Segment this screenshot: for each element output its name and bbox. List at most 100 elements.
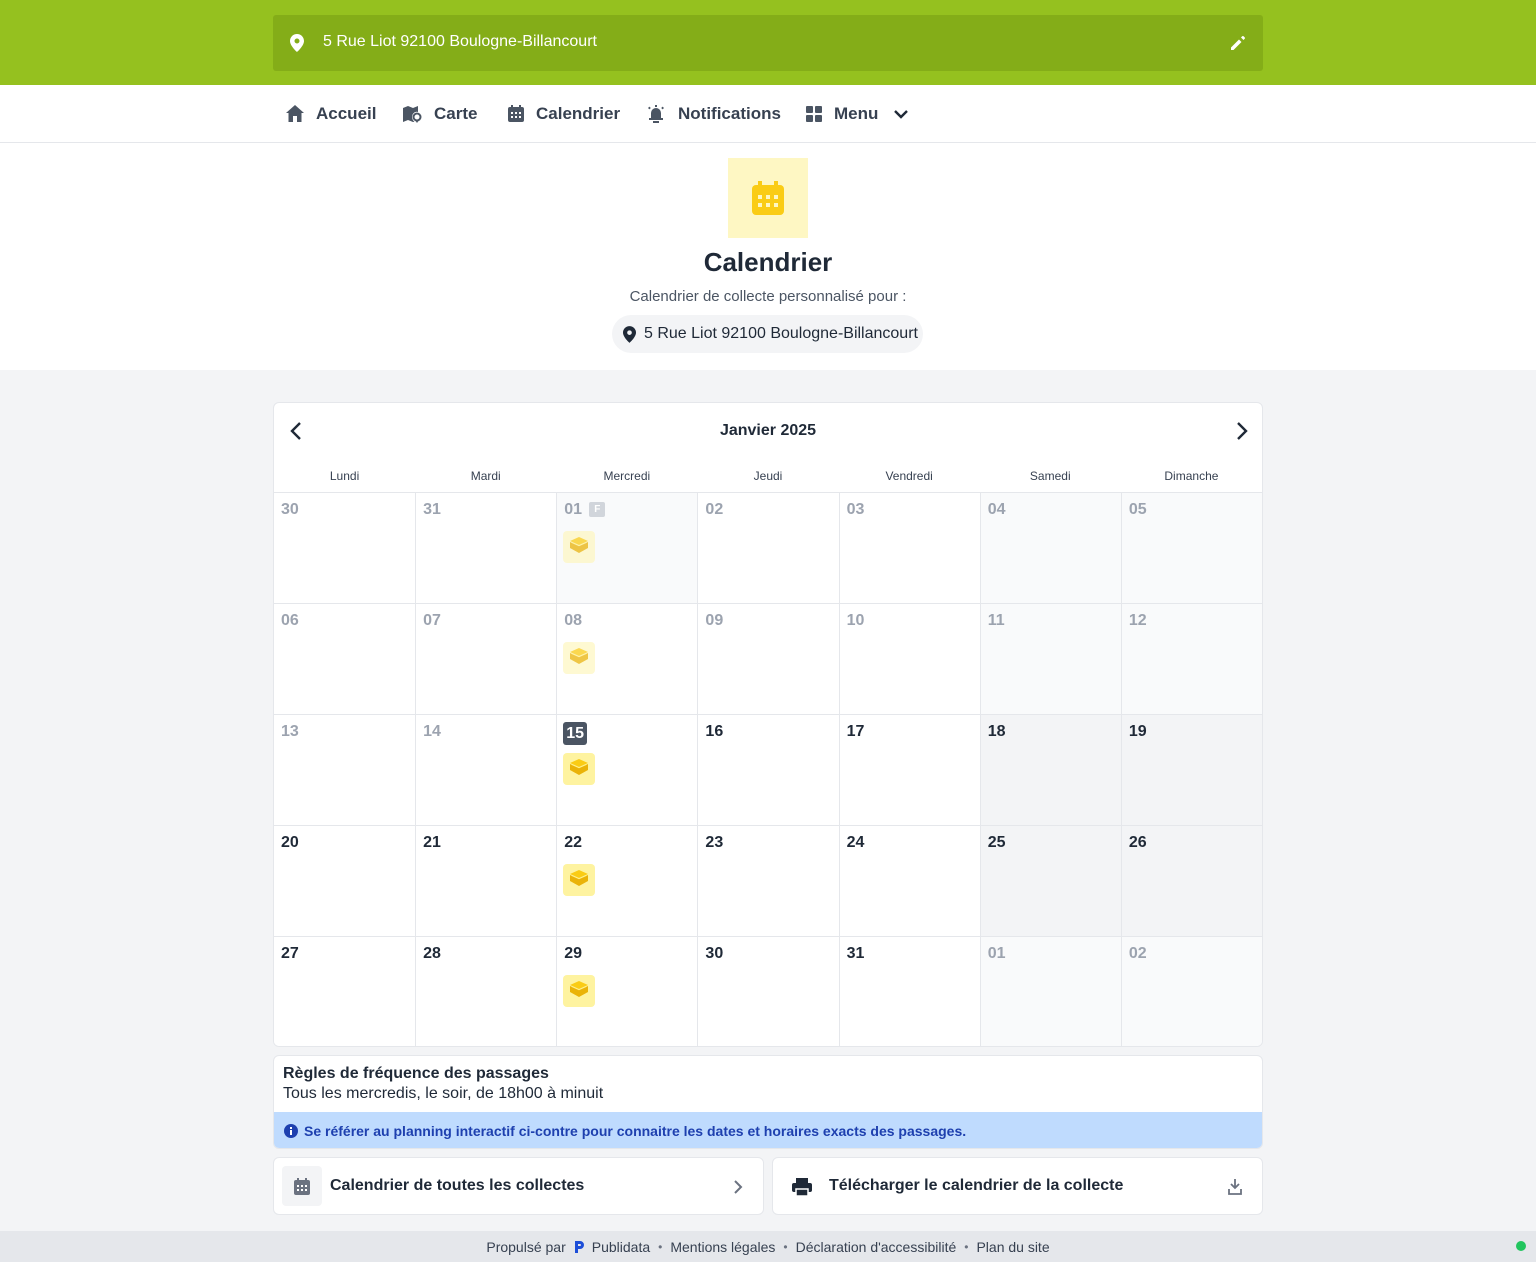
day-number: 30 <box>281 501 299 518</box>
calendar-day[interactable]: 30 <box>274 492 416 603</box>
calendar-day[interactable]: 15 <box>556 714 698 825</box>
day-number: 02 <box>1128 945 1147 962</box>
info-icon <box>284 1123 298 1138</box>
calendar-day[interactable]: 27 <box>274 936 416 1046</box>
calendar-day[interactable]: 30 <box>697 936 839 1046</box>
calendar-day[interactable]: 31 <box>415 492 557 603</box>
nav-item-notifications[interactable]: Notifications <box>646 85 781 142</box>
address-chip-text: 5 Rue Liot 92100 Boulogne-Billancourt <box>644 325 918 342</box>
publidata-link[interactable]: Publidata <box>592 1239 650 1255</box>
nav-label: Calendrier <box>536 103 621 123</box>
nav-item-calendrier[interactable]: Calendrier <box>508 85 620 142</box>
day-number: 04 <box>987 501 1006 518</box>
page-header: Calendrier Calendrier de collecte person… <box>0 143 1536 370</box>
calendar-day[interactable]: 29 <box>556 936 698 1046</box>
address-bar[interactable]: 5 Rue Liot 92100 Boulogne-Billancourt <box>273 15 1263 71</box>
nav-item-menu[interactable]: Menu <box>806 85 909 142</box>
page-subtitle: Calendrier de collecte personnalisé pour… <box>629 288 907 305</box>
packaging-box-icon <box>570 536 589 558</box>
all-collections-button[interactable]: Calendrier de toutes les collectes <box>273 1157 764 1215</box>
nav-label: Accueil <box>316 103 377 123</box>
collection-event[interactable] <box>563 975 596 1007</box>
calendar: Janvier 2025 Lundi Mardi Mercredi Jeudi … <box>273 402 1263 1047</box>
calendar-icon <box>508 105 524 122</box>
calendar-day[interactable]: 05 <box>1120 492 1262 603</box>
powered-by-text: Propulsé par <box>486 1238 566 1255</box>
separator: • <box>783 1239 788 1254</box>
calendar-day[interactable]: 28 <box>415 936 557 1046</box>
day-number: 14 <box>423 723 441 740</box>
calendar-grid: 30 31 01 F 02 03 04 05 06 07 08 09 10 11 12 13 14 15 16 17 1… <box>274 492 1262 1046</box>
packaging-box-icon <box>570 980 589 1002</box>
calendar-day[interactable]: 07 <box>415 603 557 714</box>
collection-event[interactable] <box>563 864 596 896</box>
calendar-day[interactable]: 21 <box>415 825 557 936</box>
calendar-day[interactable]: 16 <box>697 714 839 825</box>
calendar-day[interactable]: 14 <box>415 714 557 825</box>
chevron-down-icon <box>894 109 909 119</box>
calendar-day[interactable]: 25 <box>979 825 1121 936</box>
calendar-day[interactable]: 08 <box>556 603 698 714</box>
weekday-label: Dimanche <box>1164 469 1219 483</box>
calendar-day[interactable]: 02 <box>697 492 839 603</box>
day-number: 03 <box>846 501 865 518</box>
nav-label: Menu <box>834 103 879 123</box>
day-number: 02 <box>705 501 724 518</box>
collection-event[interactable] <box>563 642 596 674</box>
nav-item-carte[interactable]: Carte <box>403 85 477 142</box>
pencil-icon[interactable] <box>1229 34 1247 52</box>
calendar-day[interactable]: 23 <box>697 825 839 936</box>
calendar-day[interactable]: 10 <box>838 603 980 714</box>
grid-icon <box>806 105 822 122</box>
calendar-day[interactable]: 03 <box>838 492 980 603</box>
info-text: Se référer au planning interactif ci-con… <box>304 1122 967 1139</box>
day-number: 13 <box>281 723 299 740</box>
download-calendar-button[interactable]: Télécharger le calendrier de la collecte <box>772 1157 1263 1215</box>
calendar-day[interactable]: 11 <box>979 603 1121 714</box>
calendar-day[interactable]: 09 <box>697 603 839 714</box>
calendar-day[interactable]: 13 <box>274 714 416 825</box>
rules-title: Règles de fréquence des passages <box>283 1065 549 1082</box>
nav-label: Notifications <box>678 103 781 123</box>
calendar-day[interactable]: 06 <box>274 603 416 714</box>
day-number: 11 <box>987 612 1005 629</box>
frequency-rules: Règles de fréquence des passages Tous le… <box>273 1055 1263 1149</box>
calendar-day[interactable]: 22 <box>556 825 698 936</box>
calendar-day[interactable]: 19 <box>1120 714 1262 825</box>
accessibility-link[interactable]: Déclaration d'accessibilité <box>796 1239 957 1255</box>
status-indicator <box>1516 1241 1526 1251</box>
main-nav: Accueil Carte Calendrier Notifications M… <box>0 85 1536 143</box>
calendar-day[interactable]: 01 <box>979 936 1121 1046</box>
calendar-day[interactable]: 12 <box>1120 603 1262 714</box>
calendar-month-label: Janvier 2025 <box>719 422 817 439</box>
legal-link[interactable]: Mentions légales <box>670 1239 775 1255</box>
nav-item-accueil[interactable]: Accueil <box>286 85 376 142</box>
calendar-day[interactable]: 04 <box>979 492 1121 603</box>
chevron-right-icon[interactable] <box>1236 421 1248 441</box>
calendar-day[interactable]: 18 <box>979 714 1121 825</box>
all-collections-label: Calendrier de toutes les collectes <box>330 1177 585 1194</box>
day-number: 31 <box>423 501 441 518</box>
collection-event[interactable] <box>563 753 596 785</box>
today-badge: 15 <box>563 722 588 745</box>
calendar-day[interactable]: 17 <box>838 714 980 825</box>
calendar-day[interactable]: 24 <box>838 825 980 936</box>
packaging-box-icon <box>570 758 589 780</box>
holiday-badge: F <box>589 502 606 517</box>
calendar-day[interactable]: 01 F <box>556 492 698 603</box>
calendar-day[interactable]: 31 <box>838 936 980 1046</box>
collection-event[interactable] <box>563 531 596 563</box>
calendar-icon-box <box>282 1166 322 1206</box>
calendar-day[interactable]: 26 <box>1120 825 1262 936</box>
chevron-right-icon <box>734 1180 743 1194</box>
info-banner: Se référer au planning interactif ci-con… <box>274 1112 1262 1148</box>
packaging-box-icon <box>570 647 589 669</box>
day-number: 06 <box>281 612 299 629</box>
day-number: 19 <box>1128 723 1147 740</box>
publidata-logo-icon <box>574 1240 584 1253</box>
alarm-bell-icon <box>648 104 664 123</box>
calendar-day[interactable]: 02 <box>1120 936 1262 1046</box>
sitemap-link[interactable]: Plan du site <box>976 1239 1049 1255</box>
holiday-badge-wrap: F <box>584 501 606 519</box>
calendar-day[interactable]: 20 <box>274 825 416 936</box>
